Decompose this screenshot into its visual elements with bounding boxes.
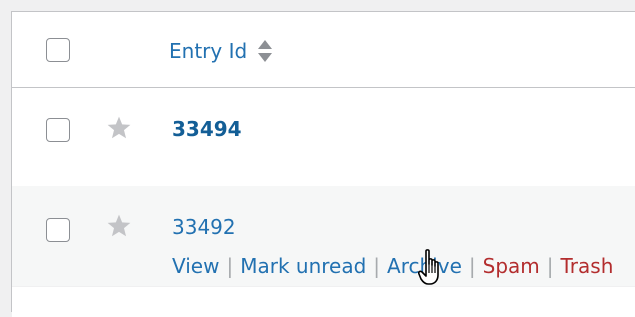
- star-icon[interactable]: [106, 115, 132, 141]
- row-checkbox[interactable]: [46, 218, 70, 242]
- table-header-row: Entry Id: [12, 12, 635, 88]
- trash-action[interactable]: Trash: [561, 254, 614, 278]
- column-header-entry-id-label: Entry Id: [169, 39, 248, 63]
- column-header-entry-id[interactable]: Entry Id: [169, 37, 273, 65]
- hand-pointer-cursor-icon: [418, 249, 439, 285]
- select-all-checkbox[interactable]: [46, 38, 70, 62]
- star-icon[interactable]: [106, 213, 132, 239]
- entry-id-link[interactable]: 33494: [172, 117, 242, 141]
- action-separator: |: [226, 254, 234, 278]
- entry-id-link[interactable]: 33492: [172, 215, 236, 239]
- mark-unread-action[interactable]: Mark unread: [240, 254, 366, 278]
- view-action[interactable]: View: [172, 254, 219, 278]
- table-row: 33494: [12, 88, 635, 186]
- sort-icon[interactable]: [257, 37, 273, 65]
- row-checkbox[interactable]: [46, 118, 70, 142]
- action-separator: |: [468, 254, 476, 278]
- action-separator: |: [546, 254, 554, 278]
- table-row: 33492 View | Mark unread | Archive | Spa…: [12, 186, 635, 286]
- row-actions: View | Mark unread | Archive | Spam | Tr…: [172, 254, 613, 278]
- entries-table: Entry Id 33494 33492 View | Mark unread …: [11, 11, 635, 317]
- action-separator: |: [373, 254, 381, 278]
- spam-action[interactable]: Spam: [483, 254, 540, 278]
